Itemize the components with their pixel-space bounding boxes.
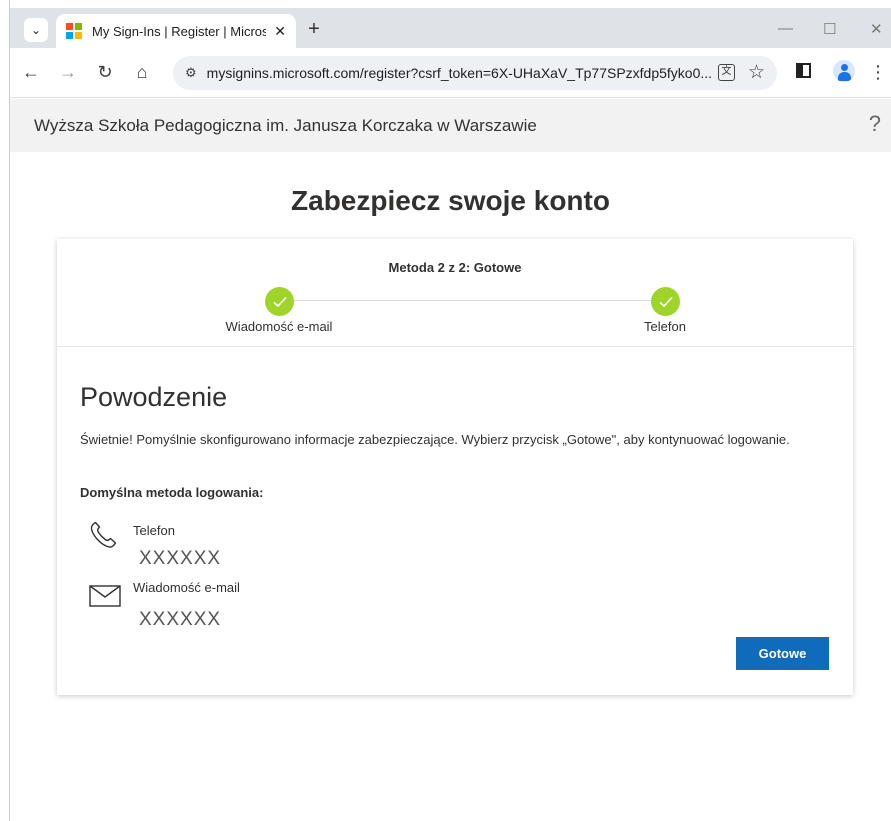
reload-button[interactable]: ↻ bbox=[94, 61, 116, 83]
site-info-icon[interactable]: ⚙ bbox=[185, 65, 197, 81]
success-message: Świetnie! Pomyślnie skonfigurowano infor… bbox=[80, 432, 790, 447]
step-label-phone: Telefon bbox=[644, 319, 686, 334]
new-tab-button[interactable]: + bbox=[303, 19, 325, 39]
forward-button[interactable]: → bbox=[57, 61, 79, 83]
security-info-card: Metoda 2 z 2: Gotowe Wiadomość e-mail Te… bbox=[57, 239, 853, 695]
success-title: Powodzenie bbox=[80, 382, 228, 412]
org-header: Wyższa Szkoła Pedagogiczna im. Janusza K… bbox=[10, 99, 891, 152]
phone-icon bbox=[90, 521, 117, 548]
step-complete-phone bbox=[651, 287, 680, 316]
back-button[interactable]: ← bbox=[20, 61, 42, 83]
side-panel-icon[interactable] bbox=[796, 63, 811, 78]
done-button[interactable]: Gotowe bbox=[736, 637, 829, 670]
default-method-label: Domyślna metoda logowania: bbox=[80, 485, 264, 500]
bookmark-star-icon[interactable]: ☆ bbox=[748, 61, 765, 84]
minimize-button[interactable]: — bbox=[778, 20, 793, 37]
method-type-phone: Telefon bbox=[133, 523, 175, 538]
maximize-button[interactable]: ☐ bbox=[823, 20, 836, 38]
method-type-email: Wiadomość e-mail bbox=[133, 580, 240, 595]
mail-icon bbox=[89, 585, 121, 607]
url-text[interactable]: mysignins.microsoft.com/register?csrf_to… bbox=[207, 65, 727, 81]
address-bar[interactable]: ⚙ mysignins.microsoft.com/register?csrf_… bbox=[173, 56, 777, 90]
browser-toolbar: ← → ↻ ⌂ ⚙ mysignins.microsoft.com/regist… bbox=[10, 48, 891, 98]
page-title: Zabezpiecz swoje konto bbox=[291, 185, 610, 216]
step-heading: Metoda 2 z 2: Gotowe bbox=[388, 260, 522, 275]
method-value-email: XXXXXX bbox=[139, 609, 222, 630]
microsoft-logo-icon bbox=[66, 23, 82, 39]
browser-menu-icon[interactable]: ⋮ bbox=[867, 61, 889, 83]
method-value-phone: XXXXXX bbox=[139, 548, 222, 569]
close-window-button[interactable]: ✕ bbox=[870, 20, 883, 38]
footer-placeholder bbox=[52, 728, 148, 765]
stepper: Metoda 2 z 2: Gotowe Wiadomość e-mail Te… bbox=[57, 239, 853, 347]
step-complete-email bbox=[265, 287, 294, 316]
tab-search-button[interactable]: ⌄ bbox=[24, 18, 48, 42]
chevron-down-icon: ⌄ bbox=[30, 23, 42, 37]
help-icon[interactable]: ? bbox=[869, 111, 881, 137]
step-label-email: Wiadomość e-mail bbox=[225, 319, 333, 334]
checkmark-icon bbox=[272, 296, 287, 307]
active-tab[interactable]: My Sign-Ins | Register | Microsoft ✕ bbox=[56, 14, 296, 48]
profile-avatar-icon[interactable] bbox=[833, 60, 855, 82]
checkmark-icon bbox=[658, 296, 673, 307]
tab-close-icon[interactable]: ✕ bbox=[274, 23, 286, 40]
home-button[interactable]: ⌂ bbox=[131, 61, 153, 83]
tab-title: My Sign-Ins | Register | Microsoft bbox=[92, 23, 267, 39]
translate-icon[interactable]: 文 bbox=[718, 64, 735, 81]
org-name: Wyższa Szkoła Pedagogiczna im. Janusza K… bbox=[34, 115, 537, 135]
step-connector bbox=[279, 300, 665, 301]
tab-strip: ⌄ My Sign-Ins | Register | Microsoft ✕ +… bbox=[10, 8, 891, 48]
